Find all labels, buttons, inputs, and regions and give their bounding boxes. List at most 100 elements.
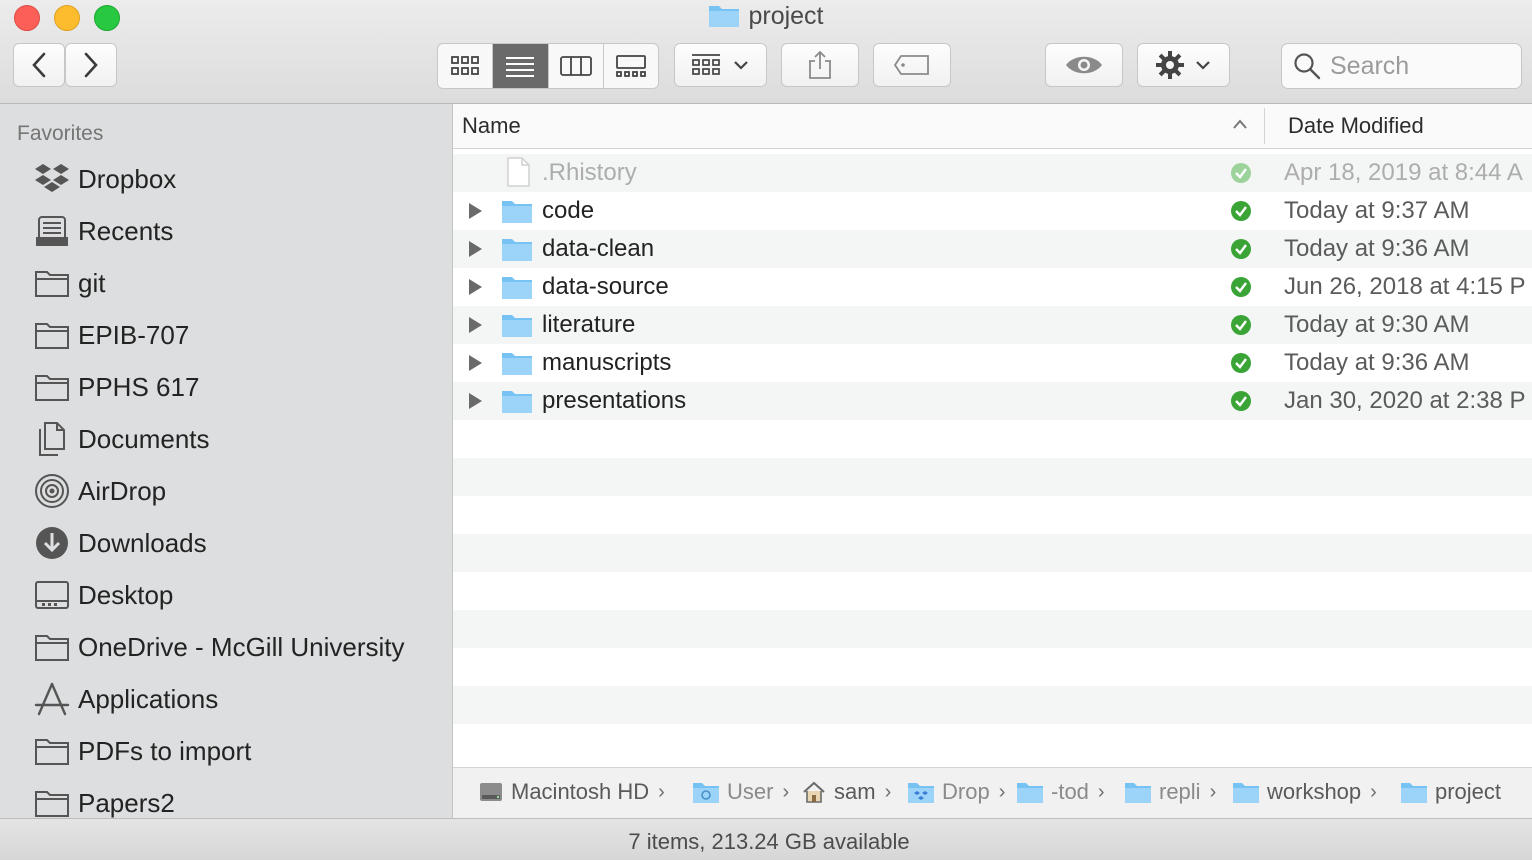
disclosure-triangle-icon[interactable] <box>467 354 483 372</box>
share-button[interactable] <box>781 43 859 87</box>
group-by-button[interactable] <box>674 43 767 87</box>
sidebar-item-label: git <box>78 267 106 298</box>
folder-icon <box>1016 780 1044 804</box>
path-crumb-label: project <box>1435 779 1502 804</box>
folder-icon <box>1124 780 1152 804</box>
folder-row[interactable]: data-clean Today at 9:36 AM <box>453 230 1532 268</box>
folder-icon <box>502 391 532 413</box>
disclosure-triangle-icon[interactable] <box>467 278 483 296</box>
sidebar-item-applications[interactable]: Applications <box>33 679 218 719</box>
path-crumb-tod[interactable]: -tod › <box>1016 779 1105 805</box>
sidebar-item-label: Downloads <box>78 527 207 558</box>
disclosure-triangle-icon[interactable] <box>467 392 483 410</box>
document-icon <box>507 157 530 187</box>
path-crumb-sam[interactable]: sam › <box>801 779 891 805</box>
empty-row <box>453 648 1532 686</box>
path-bar: Macintosh HD › User › sam › Drop › -tod › rep… <box>453 767 1532 819</box>
status-bar: 7 items, 213.24 GB available <box>0 818 1532 860</box>
disclosure-triangle-icon[interactable] <box>467 240 483 258</box>
sidebar-item-pphs-617[interactable]: PPHS 617 <box>33 367 199 407</box>
path-crumb-project[interactable]: project <box>1400 779 1501 805</box>
folder-name: data-clean <box>542 235 655 262</box>
search-placeholder: Search <box>1330 51 1410 80</box>
group-icon <box>691 54 720 75</box>
folder-row[interactable]: data-source Jun 26, 2018 at 4:15 P <box>453 268 1532 306</box>
sidebar-item-recents[interactable]: Recents <box>33 211 173 251</box>
empty-row <box>453 686 1532 724</box>
dropbox-folder-icon <box>907 780 935 804</box>
sidebar-item-dropbox[interactable]: Dropbox <box>33 159 176 199</box>
folder-row[interactable]: literature Today at 9:30 AM <box>453 306 1532 344</box>
empty-row <box>453 572 1532 610</box>
sidebar-item-label: OneDrive - McGill University <box>78 631 405 662</box>
path-crumb-macintosh-hd[interactable]: Macintosh HD › <box>478 779 665 805</box>
path-crumb-repli[interactable]: repli › <box>1124 779 1216 805</box>
synced-check-icon <box>1231 277 1251 297</box>
toolbar: project Search <box>0 0 1532 104</box>
folder-row[interactable]: presentations Jan 30, 2020 at 2:38 P <box>453 382 1532 420</box>
sidebar-item-papers2[interactable]: Papers2 <box>33 783 175 818</box>
folder-icon <box>1232 780 1260 804</box>
search-field[interactable]: Search <box>1281 43 1522 89</box>
sidebar-item-pdfs-to-import[interactable]: PDFs to import <box>33 731 251 771</box>
column-header: Name Date Modified <box>453 104 1532 149</box>
folder-icon <box>33 317 70 354</box>
name-column-header[interactable]: Name <box>462 113 521 139</box>
sidebar-item-onedrive[interactable]: OneDrive - McGill University <box>33 627 405 667</box>
date-modified: Today at 9:36 AM <box>1284 235 1470 262</box>
column-divider[interactable] <box>1264 108 1265 144</box>
gear-icon <box>1155 51 1184 79</box>
sidebar: Favorites Dropbox Recents git EPIB-707 P… <box>0 104 453 818</box>
sort-ascending-icon[interactable] <box>1231 118 1249 130</box>
folder-row[interactable]: code Today at 9:37 AM <box>453 192 1532 230</box>
forward-button[interactable] <box>65 43 117 87</box>
finder-window: project Search Favorites Dropbox Recents… <box>0 0 1532 860</box>
users-folder-icon <box>692 780 720 804</box>
sidebar-item-desktop[interactable]: Desktop <box>33 575 173 615</box>
path-crumb-label: repli <box>1159 779 1201 804</box>
column-view-button[interactable] <box>549 44 604 88</box>
path-separator: › <box>1370 780 1377 803</box>
date-modified: Jun 26, 2018 at 4:15 P <box>1284 273 1526 300</box>
folder-row[interactable]: manuscripts Today at 9:36 AM <box>453 344 1532 382</box>
back-button[interactable] <box>13 43 65 87</box>
eye-icon <box>1066 56 1102 74</box>
date-modified-column-header[interactable]: Date Modified <box>1288 113 1424 139</box>
date-modified: Today at 9:37 AM <box>1284 197 1470 224</box>
sidebar-item-downloads[interactable]: Downloads <box>33 523 207 563</box>
path-crumb-users[interactable]: User › <box>692 779 789 805</box>
path-crumb-workshop[interactable]: workshop › <box>1232 779 1377 805</box>
disclosure-triangle-icon[interactable] <box>467 316 483 334</box>
dropbox-icon <box>33 161 70 198</box>
action-menu-button[interactable] <box>1137 43 1230 87</box>
tag-button[interactable] <box>873 43 951 87</box>
synced-check-icon <box>1231 201 1251 221</box>
chevron-down-icon <box>733 61 748 70</box>
gallery-view-button[interactable] <box>604 44 658 88</box>
file-row[interactable]: .Rhistory Apr 18, 2019 at 8:44 A <box>453 154 1532 192</box>
recents-icon <box>33 213 70 250</box>
sidebar-item-label: Documents <box>78 423 210 454</box>
path-crumb-dropbox[interactable]: Drop › <box>907 779 1005 805</box>
empty-row <box>453 458 1532 496</box>
sidebar-item-label: Applications <box>78 683 219 714</box>
sidebar-item-label: Papers2 <box>78 787 175 818</box>
sidebar-item-documents[interactable]: Documents <box>33 419 210 459</box>
list-view-button[interactable] <box>493 44 549 88</box>
icon-view-button[interactable] <box>438 44 494 88</box>
columns-icon <box>559 56 592 76</box>
path-separator: › <box>1097 780 1105 803</box>
quick-look-button[interactable] <box>1045 43 1123 87</box>
date-modified: Today at 9:36 AM <box>1284 349 1470 376</box>
home-icon <box>801 780 827 804</box>
chevron-down-icon <box>1195 61 1210 70</box>
airdrop-icon <box>33 473 70 510</box>
folder-name: code <box>542 197 595 224</box>
sidebar-item-git[interactable]: git <box>33 263 105 303</box>
sidebar-item-epib-707[interactable]: EPIB-707 <box>33 315 189 355</box>
grid-icon <box>451 56 480 75</box>
folder-icon <box>33 629 70 666</box>
sidebar-item-airdrop[interactable]: AirDrop <box>33 471 166 511</box>
disclosure-triangle-icon[interactable] <box>467 202 483 220</box>
folder-icon <box>502 315 532 337</box>
